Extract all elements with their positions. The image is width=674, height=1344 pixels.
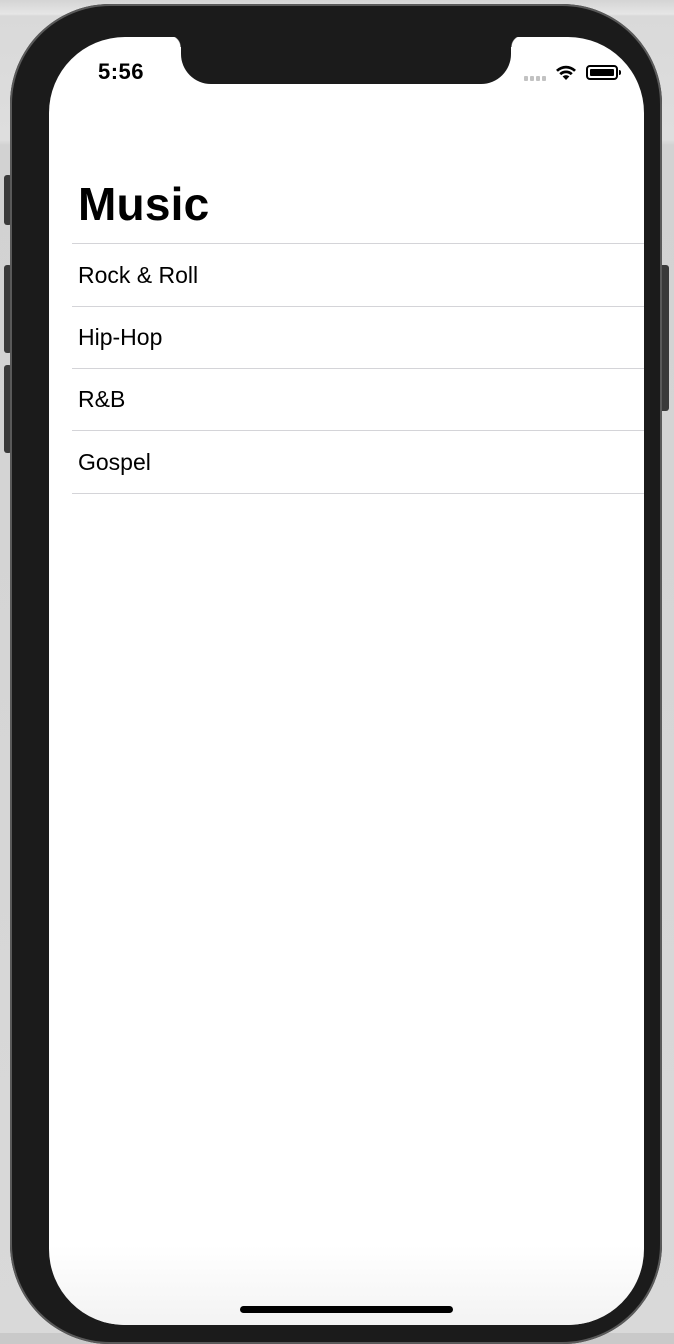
list-item-label: Hip-Hop xyxy=(78,324,163,350)
wifi-icon xyxy=(556,65,576,80)
music-genre-list: Rock & Roll Hip-Hop R&B Gospel xyxy=(72,243,644,494)
notch xyxy=(169,37,523,84)
battery-icon xyxy=(586,64,621,80)
status-indicators xyxy=(524,61,621,83)
list-item-label: Gospel xyxy=(78,448,151,475)
cellular-signal-icon xyxy=(524,69,546,81)
device-frame: 5:56 Music Rock & Roll Hip-Hop R&B Gospe… xyxy=(10,4,662,1344)
page-title: Music xyxy=(78,178,210,230)
bottom-fade xyxy=(49,1245,644,1325)
list-item-r-and-b[interactable]: R&B xyxy=(72,368,644,430)
list-item-gospel[interactable]: Gospel xyxy=(72,430,644,494)
list-item-rock-and-roll[interactable]: Rock & Roll xyxy=(72,243,644,306)
status-time: 5:56 xyxy=(98,59,145,84)
list-item-hip-hop[interactable]: Hip-Hop xyxy=(72,306,644,368)
home-indicator[interactable] xyxy=(240,1306,453,1313)
list-item-label: Rock & Roll xyxy=(78,261,199,288)
list-item-label: R&B xyxy=(78,386,126,412)
device-screen: 5:56 Music Rock & Roll Hip-Hop R&B Gospe… xyxy=(49,37,644,1325)
